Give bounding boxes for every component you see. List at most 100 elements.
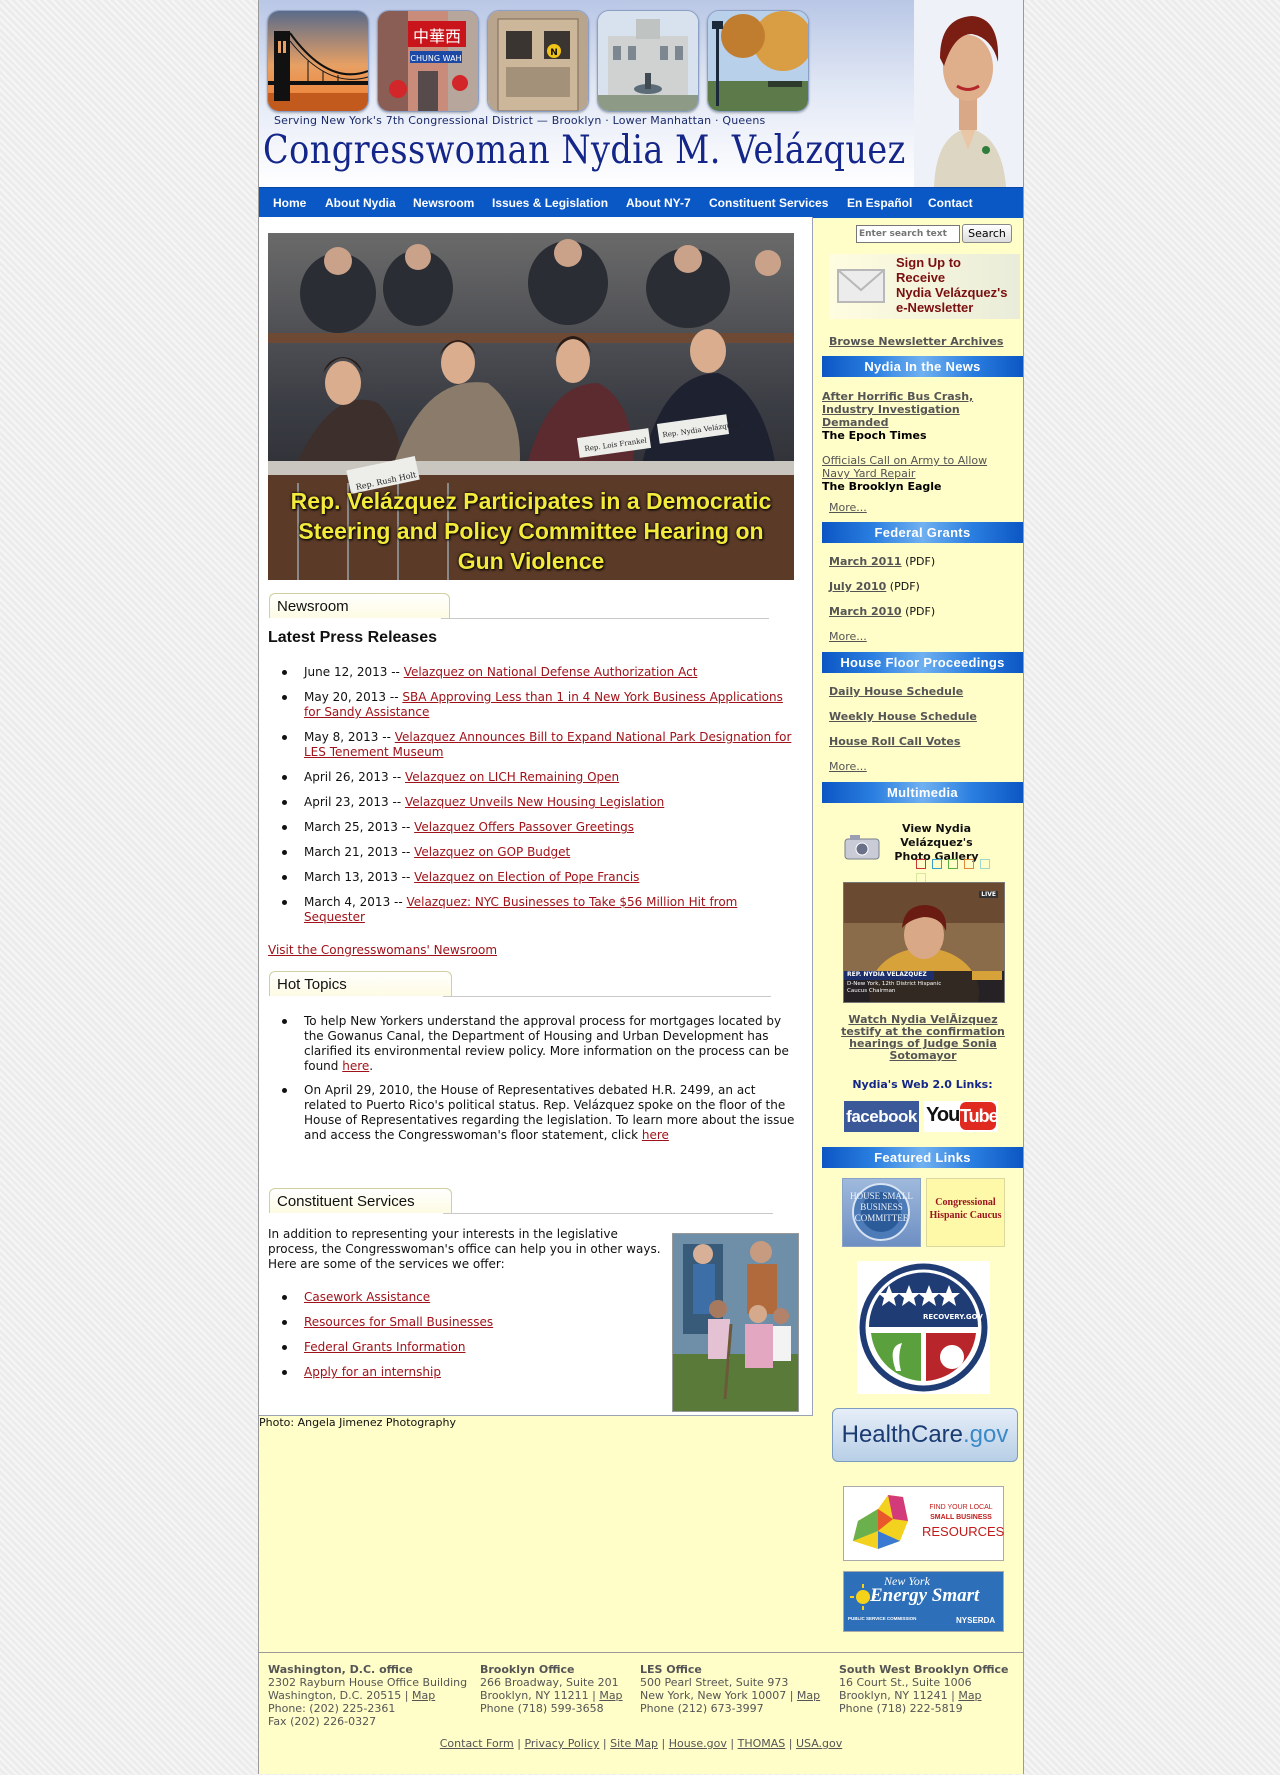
grant-link[interactable]: March 2010 — [829, 605, 902, 618]
energy-line-3: PUBLIC SERVICE COMMISSION — [848, 1616, 917, 1621]
press-link[interactable]: Velazquez on Election of Pope Francis — [414, 870, 639, 884]
hispanic-caucus-link[interactable]: Congressional Hispanic Caucus — [926, 1178, 1005, 1247]
footer-link-usa-gov[interactable]: USA.gov — [796, 1737, 842, 1750]
header-photo-subway: N — [487, 10, 589, 112]
press-release-item: June 12, 2013 -- Velazquez on National D… — [259, 665, 799, 680]
news-link[interactable]: After Horrific Bus Crash, Industry Inves… — [822, 390, 973, 429]
office-map-link[interactable]: Map — [958, 1689, 981, 1702]
news-more-link[interactable]: More... — [829, 501, 867, 514]
press-release-list: June 12, 2013 -- Velazquez on National D… — [259, 665, 799, 935]
press-link[interactable]: Velazquez on LICH Remaining Open — [405, 770, 619, 784]
service-link-casework[interactable]: Casework Assistance — [304, 1290, 430, 1304]
newsroom-divider — [441, 618, 769, 619]
office-fax: Fax (202) 226-0327 — [268, 1715, 377, 1728]
healthcare-label-c: .gov — [963, 1421, 1009, 1448]
facebook-button[interactable]: facebook — [844, 1101, 919, 1132]
gallery-line-1: View Nydia Velázquez's — [900, 822, 973, 849]
nav-item-about-nydia[interactable]: About Nydia — [325, 188, 396, 218]
footer-link-thomas[interactable]: THOMAS — [738, 1737, 786, 1750]
nav-item-issues-legislation[interactable]: Issues & Legislation — [492, 188, 608, 218]
hot-topic-link[interactable]: here — [342, 1059, 369, 1073]
news-link[interactable]: Officials Call on Army to Allow Navy Yar… — [822, 454, 987, 480]
office-phone: Phone (718) 599-3658 — [480, 1702, 604, 1715]
floor-link-roll-call[interactable]: House Roll Call Votes — [829, 735, 960, 748]
press-release-item: March 21, 2013 -- Velazquez on GOP Budge… — [259, 845, 799, 860]
office-name: South West Brooklyn Office — [839, 1663, 1009, 1676]
newsletter-signup-banner[interactable]: Sign Up to Receive Nydia Velázquez's e-N… — [830, 254, 1020, 319]
in-the-news-heading: Nydia In the News — [822, 356, 1023, 377]
site-title[interactable]: Congresswoman Nydia M. Velázquez — [263, 128, 906, 173]
recovery-gov-link[interactable]: RECOVERY.GOV — [857, 1261, 990, 1394]
office-brooklyn: Brooklyn Office 266 Broadway, Suite 201 … — [480, 1663, 623, 1715]
pdf-label: (PDF) — [901, 605, 936, 618]
photo-gallery-link[interactable]: View Nydia Velázquez's Photo Gallery — [844, 822, 1004, 883]
footer-sep: | — [785, 1737, 796, 1750]
footer-links: Contact Form | Privacy Policy | Site Map… — [259, 1737, 1023, 1750]
floor-link-weekly-schedule[interactable]: Weekly House Schedule — [829, 710, 977, 723]
hero-image[interactable]: Rep. Rush Holt Rep. Lois Frankel Rep. Ny… — [268, 233, 794, 580]
press-link[interactable]: Velazquez Unveils New Housing Legislatio… — [405, 795, 664, 809]
floor-more-link[interactable]: More... — [829, 760, 867, 773]
energy-smart-link[interactable]: New York Energy Smart PUBLIC SERVICE COM… — [843, 1571, 1004, 1632]
header-photo-park — [707, 10, 809, 112]
press-release-item: April 23, 2013 -- Velazquez Unveils New … — [259, 795, 799, 810]
press-date: April 26, 2013 — [304, 770, 389, 784]
new-york-map-icon — [853, 1495, 908, 1549]
hero-caption[interactable]: Rep. Velázquez Participates in a Democra… — [268, 486, 794, 580]
press-link[interactable]: Velazquez on GOP Budget — [414, 845, 570, 859]
grant-link[interactable]: March 2011 — [829, 555, 902, 568]
service-link-federal-grants[interactable]: Federal Grants Information — [304, 1340, 466, 1354]
hot-topic-text: On April 29, 2010, the House of Represen… — [304, 1083, 795, 1142]
press-sep: -- — [390, 895, 407, 909]
office-map-link[interactable]: Map — [797, 1689, 820, 1702]
healthcare-gov-link[interactable]: HealthCare.gov — [832, 1408, 1018, 1462]
footer-link-privacy-policy[interactable]: Privacy Policy — [524, 1737, 599, 1750]
visit-newsroom-link[interactable]: Visit the Congresswomans' Newsroom — [268, 943, 497, 957]
floor-item: House Roll Call Votes — [829, 735, 960, 748]
small-business-committee-link[interactable]: HOUSE SMALL BUSINESS COMMITTEE — [842, 1178, 921, 1247]
hot-topic-link[interactable]: here — [642, 1128, 669, 1142]
grants-more-link[interactable]: More... — [829, 630, 867, 643]
energy-line-4: NYSERDA — [956, 1616, 996, 1625]
press-link[interactable]: Velazquez on National Defense Authorizat… — [404, 665, 698, 679]
search-button[interactable]: Search — [962, 224, 1012, 243]
nav-item-en-espanol[interactable]: En Español — [847, 188, 912, 218]
grant-link[interactable]: July 2010 — [829, 580, 886, 593]
federal-grants-heading: Federal Grants — [822, 522, 1023, 543]
video-link[interactable]: Watch Nydia VelÃizquez testify at the co… — [841, 1013, 1005, 1062]
newsletter-archives-link[interactable]: Browse Newsletter Archives — [829, 335, 1003, 348]
nav-item-about-ny7[interactable]: About NY-7 — [626, 188, 691, 218]
office-city: Brooklyn, NY 11241 | — [839, 1689, 959, 1702]
press-release-item: May 8, 2013 -- Velazquez Announces Bill … — [259, 730, 799, 760]
hot-topic-item: On April 29, 2010, the House of Represen… — [259, 1083, 799, 1143]
footer-link-site-map[interactable]: Site Map — [610, 1737, 658, 1750]
office-name: LES Office — [640, 1663, 702, 1676]
nav-item-contact[interactable]: Contact — [928, 188, 973, 218]
nav-item-newsroom[interactable]: Newsroom — [413, 188, 474, 218]
service-link-internship[interactable]: Apply for an internship — [304, 1365, 441, 1379]
office-phone: Phone: (202) 225-2361 — [268, 1702, 396, 1715]
service-link-small-business[interactable]: Resources for Small Businesses — [304, 1315, 493, 1329]
footer-link-house-gov[interactable]: House.gov — [669, 1737, 727, 1750]
footer-link-contact-form[interactable]: Contact Form — [440, 1737, 514, 1750]
video-thumbnail[interactable]: REP. NYDIA VELAZQUEZ D-New York, 12th Di… — [843, 882, 1005, 1003]
nav-item-home[interactable]: Home — [273, 188, 306, 218]
constituent-divider — [443, 1213, 773, 1214]
floor-link-daily-schedule[interactable]: Daily House Schedule — [829, 685, 963, 698]
recovery-gov-logo-icon — [859, 1263, 988, 1392]
page-container: 中華西 CHUNG WAH N Serving New York's 7th C… — [258, 0, 1024, 1774]
office-map-link[interactable]: Map — [412, 1689, 435, 1702]
office-phone: Phone (718) 222-5819 — [839, 1702, 963, 1715]
hot-topics-list: To help New Yorkers understand the appro… — [259, 1014, 799, 1152]
small-business-resources-link[interactable]: FIND YOUR LOCAL SMALL BUSINESS RESOURCES — [843, 1486, 1004, 1561]
press-date: March 4, 2013 — [304, 895, 391, 909]
nav-item-constituent-services[interactable]: Constituent Services — [709, 188, 828, 218]
press-link[interactable]: Velazquez Offers Passover Greetings — [414, 820, 634, 834]
youtube-button[interactable]: You Tube — [924, 1101, 999, 1132]
service-item: Casework Assistance — [259, 1290, 659, 1305]
office-map-link[interactable]: Map — [599, 1689, 622, 1702]
header-photo-borough-hall — [597, 10, 699, 112]
pdf-label: (PDF) — [901, 555, 936, 568]
search-input[interactable] — [856, 225, 960, 243]
main-content: Rep. Rush Holt Rep. Lois Frankel Rep. Ny… — [259, 217, 813, 1416]
